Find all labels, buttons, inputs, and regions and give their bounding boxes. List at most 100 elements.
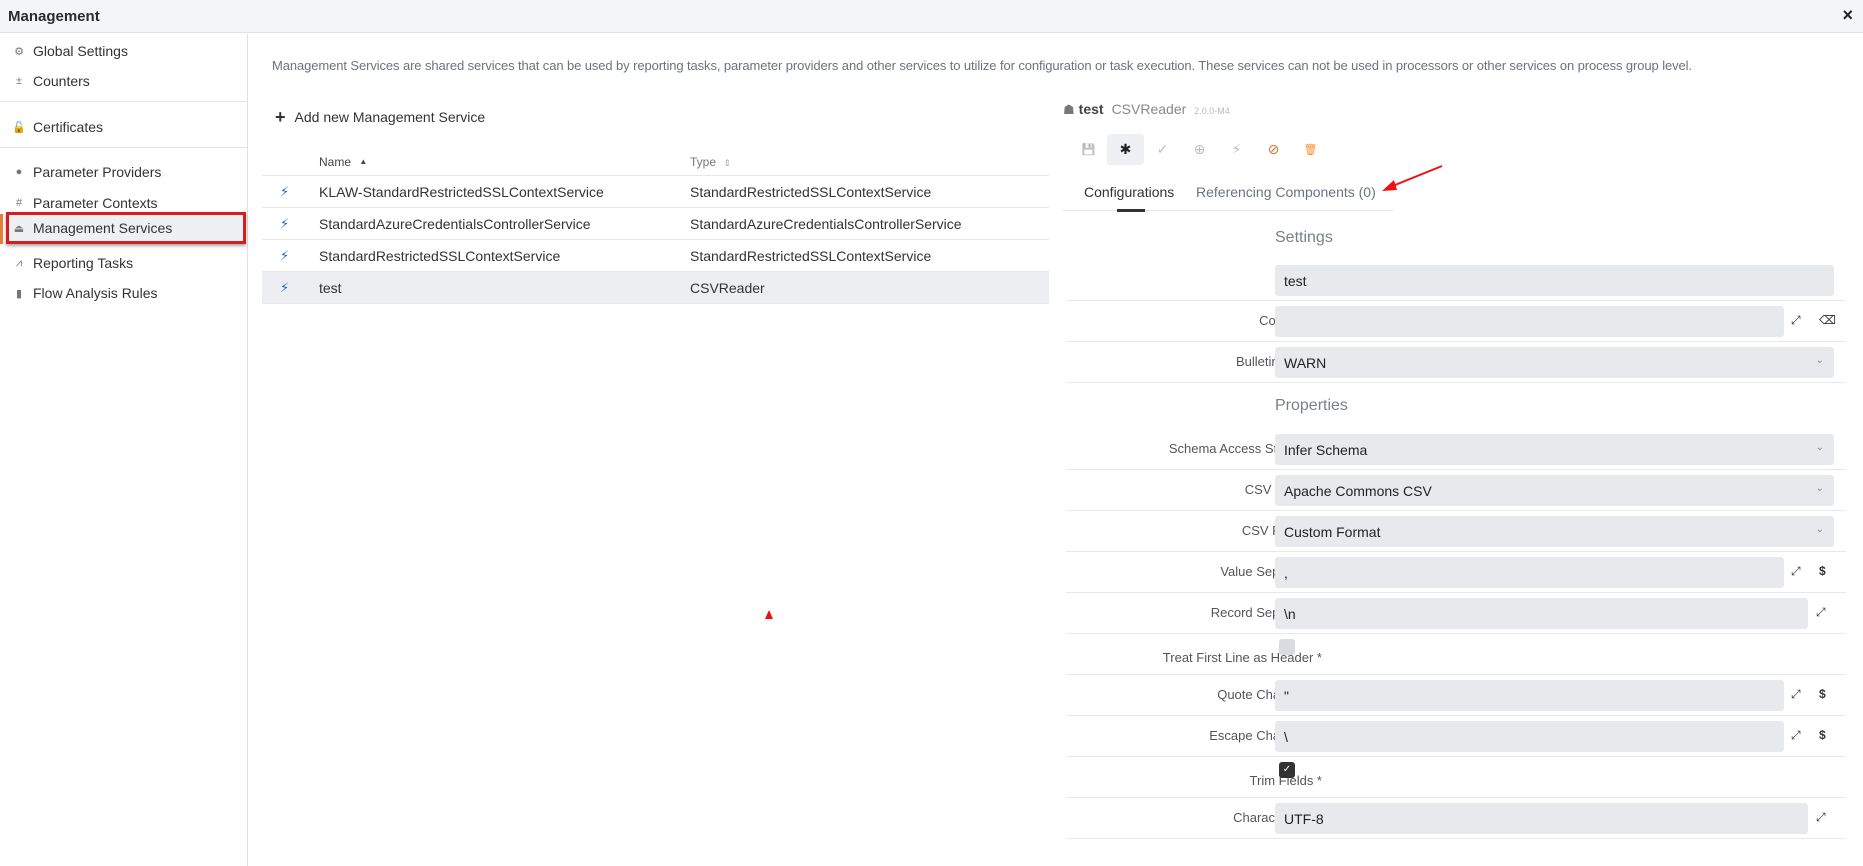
expand-editor-icon[interactable]: ⤢: [1816, 810, 1826, 825]
property-row: Record Separator * \n ⤢: [1066, 593, 1846, 634]
sidebar: ⚙ Global Settings ± Counters 🔓 Certificates ● P…: [0, 34, 248, 866]
sidebar-item-flow-analysis-rules[interactable]: ▮ Flow Analysis Rules: [0, 280, 248, 306]
parameter-dollar-icon[interactable]: $: [1819, 564, 1826, 578]
table-row[interactable]: ⚡ KLAW-StandardRestrictedSSLContextServic…: [262, 176, 1049, 208]
eraser-icon[interactable]: ⌫: [1819, 313, 1836, 327]
property-row: Comments⤢⌫: [1066, 301, 1846, 342]
properties-section-title: Properties: [1275, 397, 1348, 414]
property-value: Apache Commons CSV: [1284, 482, 1432, 499]
checkbox[interactable]: ✓: [1279, 762, 1295, 778]
parameter-dollar-icon[interactable]: $: [1819, 687, 1826, 701]
add-button[interactable]: ⊕: [1181, 134, 1218, 165]
property-value: UTF-8: [1284, 810, 1324, 827]
property-input[interactable]: ": [1275, 680, 1784, 711]
checkbox[interactable]: [1279, 639, 1295, 655]
disable-button[interactable]: ⊘: [1255, 134, 1292, 165]
sidebar-item-reporting-tasks[interactable]: ⩘ Reporting Tasks: [0, 250, 248, 276]
active-tab-indicator: [1117, 209, 1145, 212]
property-row: Name *test: [1066, 260, 1846, 301]
tab-configurations[interactable]: Configurations: [1084, 184, 1174, 200]
expand-editor-icon[interactable]: ⤢: [1791, 687, 1801, 702]
add-button-label: Add new Management Service: [294, 109, 486, 125]
property-label: Treat First Line as Header *: [1162, 650, 1322, 665]
window-header: Management ×: [0, 0, 1863, 33]
property-value: \n: [1284, 605, 1296, 622]
service-type-cell: CSVReader: [690, 280, 765, 296]
expand-editor-icon[interactable]: ⤢: [1791, 728, 1801, 743]
sidebar-item-label: Certificates: [33, 119, 104, 135]
property-input[interactable]: test: [1275, 265, 1834, 296]
property-select[interactable]: WARN ⌄: [1275, 347, 1834, 378]
parameter-dollar-icon[interactable]: $: [1819, 728, 1826, 742]
service-type: CSVReader: [1111, 101, 1187, 117]
counters-icon: ±: [15, 75, 23, 87]
sort-both-icon: ⇕: [723, 158, 731, 168]
annotation-arrow-icon: [1382, 165, 1443, 191]
sidebar-item-label: Counters: [33, 73, 90, 89]
property-input[interactable]: UTF-8: [1275, 803, 1808, 834]
property-select[interactable]: Infer Schema ⌄: [1275, 434, 1834, 465]
service-toolbar: 💾 ✱ ✓ ⊕ ⚡ ⊘ 🗑: [1070, 134, 1329, 165]
validate-button[interactable]: ✓: [1144, 134, 1181, 165]
property-input[interactable]: ,: [1275, 557, 1784, 588]
property-value: ,: [1284, 564, 1288, 581]
page-description: Management Services are shared services …: [272, 58, 1692, 73]
property-input[interactable]: \n: [1275, 598, 1808, 629]
property-select[interactable]: Apache Commons CSV ⌄: [1275, 475, 1834, 506]
sidebar-item-label: Reporting Tasks: [33, 255, 134, 271]
property-value: \: [1284, 728, 1288, 745]
delete-icon: 🗑: [1303, 144, 1318, 156]
chevron-down-icon: ⌄: [1815, 524, 1824, 535]
property-value: WARN: [1284, 354, 1327, 371]
sidebar-item-label: Parameter Contexts: [33, 195, 158, 211]
column-header-type[interactable]: Type ⇕: [690, 155, 731, 169]
active-item-accent: [0, 214, 3, 244]
service-name-cell: StandardRestrictedSSLContextService: [319, 248, 561, 264]
validate-icon: ✓: [1156, 141, 1169, 157]
expand-editor-icon[interactable]: ⤢: [1791, 564, 1801, 579]
property-input[interactable]: \: [1275, 721, 1784, 752]
enable-icon: ⚡: [1231, 141, 1242, 157]
enable-button[interactable]: ⚡: [1218, 134, 1255, 165]
sidebar-item-global-settings[interactable]: ⚙ Global Settings: [0, 38, 248, 64]
sidebar-item-certificates[interactable]: 🔓 Certificates: [0, 114, 248, 140]
add-icon: ⊕: [1193, 141, 1206, 157]
clipboard-icon: ▮: [15, 287, 23, 300]
edit-button[interactable]: ✱: [1107, 134, 1144, 165]
property-row: CSV Parser *Apache Commons CSV⌄: [1066, 470, 1846, 511]
sidebar-item-counters[interactable]: ± Counters: [0, 68, 248, 94]
service-version: 2.0.0-M4: [1194, 106, 1230, 116]
close-icon[interactable]: ×: [1842, 5, 1853, 26]
property-input[interactable]: [1275, 306, 1784, 337]
property-value: Infer Schema: [1284, 441, 1368, 458]
chevron-down-icon: ⌄: [1815, 355, 1824, 366]
edit-icon: ✱: [1119, 141, 1132, 157]
property-row: CSV Format *Custom Format⌄: [1066, 511, 1846, 552]
lightning-bolt-icon: ⚡: [280, 184, 290, 199]
check-icon: ✓: [1282, 764, 1292, 775]
chart-icon: ⩘: [15, 256, 23, 269]
expand-editor-icon[interactable]: ⤢: [1791, 313, 1801, 328]
delete-button[interactable]: 🗑: [1292, 134, 1329, 165]
property-row: Value Separator *, ⤢ $: [1066, 552, 1846, 593]
service-name-cell: KLAW-StandardRestrictedSSLContextService: [319, 184, 604, 200]
sidebar-item-label: Management Services: [33, 220, 173, 236]
sidebar-item-parameter-providers[interactable]: ● Parameter Providers: [0, 159, 248, 185]
table-row[interactable]: ⚡ test CSVReader: [262, 272, 1049, 304]
property-select[interactable]: Custom Format ⌄: [1275, 516, 1834, 547]
sort-asc-icon: ▲: [359, 157, 368, 166]
column-header-name[interactable]: Name ▲: [319, 155, 367, 169]
expand-editor-icon[interactable]: ⤢: [1816, 605, 1826, 620]
table-row[interactable]: ⚡ StandardAzureCredentialsControllerServi…: [262, 208, 1049, 240]
window-title: Management: [8, 8, 100, 25]
eject-icon: ⏏: [13, 222, 25, 235]
service-type-cell: StandardRestrictedSSLContextService: [690, 184, 932, 200]
sidebar-divider: [0, 101, 248, 102]
table-row[interactable]: ⚡ StandardRestrictedSSLContextService Stan…: [262, 240, 1049, 272]
add-management-service-button[interactable]: + Add new Management Service: [275, 108, 485, 126]
tab-referencing-components[interactable]: Referencing Components (0): [1196, 184, 1376, 200]
save-button[interactable]: 💾: [1070, 134, 1107, 165]
sidebar-item-management-services[interactable]: ⏏ Management Services: [6, 212, 246, 244]
property-row: Trim Fields * ✓: [1066, 757, 1846, 798]
column-label: Name: [319, 155, 352, 169]
